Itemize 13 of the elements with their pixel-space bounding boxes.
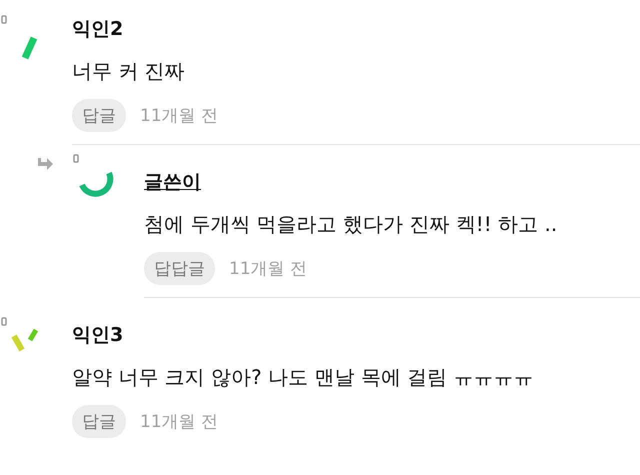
reply-button[interactable]: 답글 (72, 405, 126, 438)
reply-button[interactable]: 답답글 (144, 252, 215, 285)
reply-arrow-icon (36, 157, 54, 173)
author-name: 익인3 (72, 323, 124, 348)
author-name: 익인2 (72, 17, 124, 42)
comment-time: 11개월 전 (140, 105, 218, 127)
reply-button[interactable]: 답글 (72, 99, 126, 132)
comment-time: 11개월 전 (140, 411, 218, 433)
comment-text: 첨에 두개씩 먹을라고 했다가 진짜 켁!! 하고 .. (144, 211, 558, 238)
comment-time: 11개월 전 (229, 258, 308, 280)
comment-text: 알약 너무 크지 않아? 나도 맨날 목에 걸림 ㅠㅠㅠㅠ (72, 364, 534, 391)
author-name: 글쓴이 (144, 170, 201, 195)
comment-text: 너무 커 진짜 (72, 58, 186, 85)
